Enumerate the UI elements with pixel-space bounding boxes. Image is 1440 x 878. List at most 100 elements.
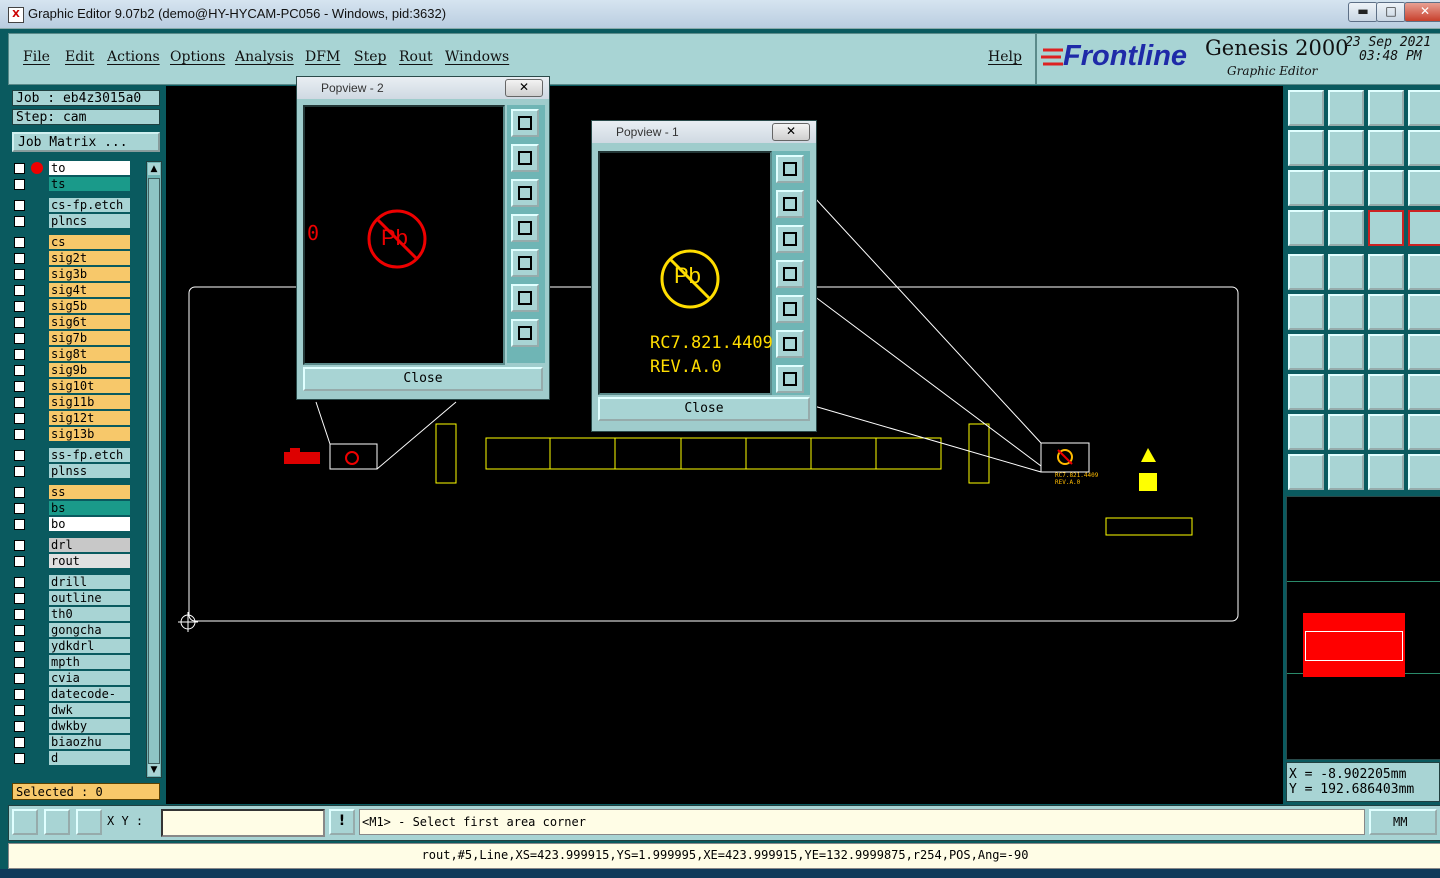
layer-checkbox[interactable] <box>14 429 25 440</box>
layer-row[interactable]: drl <box>12 538 132 553</box>
layer-row[interactable]: sig11b <box>12 395 132 410</box>
layer-row[interactable]: ts <box>12 177 132 192</box>
popview-tool-icon[interactable] <box>776 190 804 218</box>
layer-name[interactable]: dwkby <box>49 719 130 733</box>
layer-checkbox[interactable] <box>14 179 25 190</box>
layer-name[interactable]: cs-fp.etch <box>49 198 130 212</box>
layer-row[interactable]: sig7b <box>12 331 132 346</box>
snap-grid-icon[interactable] <box>76 809 102 835</box>
layer-name[interactable]: sig3b <box>49 267 130 281</box>
tool-icon[interactable] <box>1368 90 1404 126</box>
menu-help[interactable]: Help <box>988 49 1022 65</box>
layer-row[interactable]: mpth <box>12 655 132 670</box>
layer-name[interactable]: sig12t <box>49 411 130 425</box>
tool-icon[interactable] <box>1328 294 1364 330</box>
layer-name[interactable]: to <box>49 161 130 175</box>
tool-icon[interactable] <box>1288 90 1324 126</box>
tool-icon[interactable] <box>1288 414 1324 450</box>
tool-icon[interactable] <box>1368 294 1404 330</box>
minimize-button[interactable]: ▬ <box>1348 2 1378 22</box>
tool-icon[interactable] <box>1288 210 1324 246</box>
layer-checkbox[interactable] <box>14 503 25 514</box>
layer-row[interactable]: bo <box>12 517 132 532</box>
tool-icon[interactable] <box>1408 334 1440 370</box>
layer-row[interactable]: sig13b <box>12 427 132 442</box>
layer-name[interactable]: drl <box>49 538 130 552</box>
layer-row[interactable]: cs-fp.etch <box>12 198 132 213</box>
menu-dfm[interactable]: DFM <box>305 49 340 65</box>
layer-name[interactable]: sig5b <box>49 299 130 313</box>
layer-row[interactable]: cvia <box>12 671 132 686</box>
tool-icon[interactable] <box>1328 170 1364 206</box>
layer-name[interactable]: biaozhu <box>49 735 130 749</box>
layer-name[interactable]: sig11b <box>49 395 130 409</box>
tool-icon[interactable] <box>1328 334 1364 370</box>
layer-name[interactable]: mpth <box>49 655 130 669</box>
tool-icon[interactable] <box>1368 374 1404 410</box>
layer-name[interactable]: sig10t <box>49 379 130 393</box>
layer-row[interactable]: plncs <box>12 214 132 229</box>
layer-name[interactable]: sig8t <box>49 347 130 361</box>
layer-row[interactable]: biaozhu <box>12 735 132 750</box>
layer-row[interactable]: sig2t <box>12 251 132 266</box>
layer-row[interactable]: sig8t <box>12 347 132 362</box>
layer-row[interactable]: to <box>12 161 132 176</box>
layer-checkbox[interactable] <box>14 253 25 264</box>
close-window-button[interactable]: ✕ <box>1404 2 1440 22</box>
tool-icon[interactable] <box>1408 414 1440 450</box>
tool-icon[interactable] <box>1368 254 1404 290</box>
layer-checkbox[interactable] <box>14 413 25 424</box>
layer-name[interactable]: outline <box>49 591 130 605</box>
layer-name[interactable]: plnss <box>49 464 130 478</box>
layer-row[interactable]: ss-fp.etch <box>12 448 132 463</box>
tool-icon[interactable] <box>1408 294 1440 330</box>
tool-icon[interactable] <box>1408 374 1440 410</box>
layer-name[interactable]: rout <box>49 554 130 568</box>
layer-checkbox[interactable] <box>14 365 25 376</box>
tool-icon[interactable] <box>1408 130 1440 166</box>
tool-icon[interactable] <box>1408 90 1440 126</box>
layer-checkbox[interactable] <box>14 237 25 248</box>
layer-name[interactable]: ts <box>49 177 130 191</box>
layer-row[interactable]: plnss <box>12 464 132 479</box>
layer-name[interactable]: sig2t <box>49 251 130 265</box>
layer-checkbox[interactable] <box>14 487 25 498</box>
layer-checkbox[interactable] <box>14 519 25 530</box>
tool-icon[interactable] <box>1328 210 1364 246</box>
popview-1-close-icon[interactable]: ✕ <box>772 123 810 141</box>
scroll-down-icon[interactable]: ▼ <box>148 764 160 776</box>
tool-icon[interactable] <box>1408 254 1440 290</box>
tool-icon[interactable] <box>1288 374 1324 410</box>
popview-tool-icon[interactable] <box>776 295 804 323</box>
layer-name[interactable]: cvia <box>49 671 130 685</box>
popview-tool-icon[interactable] <box>511 319 539 347</box>
layer-name[interactable]: ss-fp.etch <box>49 448 130 462</box>
tool-icon[interactable] <box>1288 170 1324 206</box>
tool-icon[interactable] <box>1368 334 1404 370</box>
layer-name[interactable]: bo <box>49 517 130 531</box>
layer-checkbox[interactable] <box>14 689 25 700</box>
layer-checkbox[interactable] <box>14 163 25 174</box>
popview-tool-icon[interactable] <box>511 109 539 137</box>
overview-minimap[interactable] <box>1286 496 1440 760</box>
tool-icon[interactable] <box>1288 254 1324 290</box>
layer-checkbox[interactable] <box>14 593 25 604</box>
layer-name[interactable]: sig9b <box>49 363 130 377</box>
tool-icon[interactable] <box>1288 130 1324 166</box>
layer-row[interactable]: outline <box>12 591 132 606</box>
tool-icon[interactable] <box>1368 414 1404 450</box>
layer-name[interactable]: th0 <box>49 607 130 621</box>
popview-tool-icon[interactable] <box>776 330 804 358</box>
menu-file[interactable]: File <box>23 49 50 65</box>
layer-row[interactable]: sig10t <box>12 379 132 394</box>
menu-edit[interactable]: Edit <box>65 49 94 65</box>
tool-icon[interactable] <box>1368 210 1404 246</box>
layer-row[interactable]: th0 <box>12 607 132 622</box>
layer-row[interactable]: cs <box>12 235 132 250</box>
popview-tool-icon[interactable] <box>776 260 804 288</box>
layer-checkbox[interactable] <box>14 333 25 344</box>
layer-row[interactable]: sig12t <box>12 411 132 426</box>
layer-checkbox[interactable] <box>14 285 25 296</box>
tool-icon[interactable] <box>1368 130 1404 166</box>
layer-name[interactable]: bs <box>49 501 130 515</box>
